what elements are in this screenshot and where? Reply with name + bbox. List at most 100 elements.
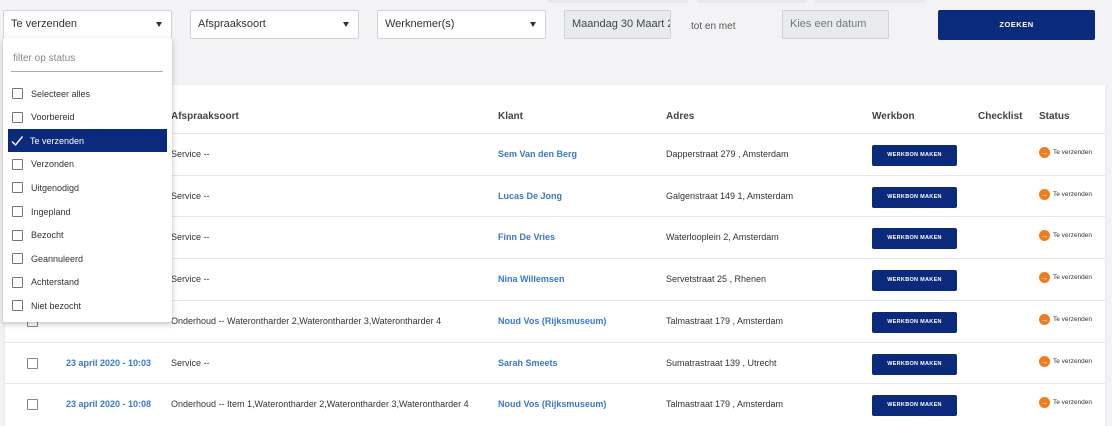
row-afspraaksoort: Service --	[171, 232, 210, 243]
status-option[interactable]: Achterstand	[8, 271, 167, 294]
arrow-right-icon: →	[1039, 355, 1050, 367]
date-to-placeholder: Kies een datum	[790, 18, 867, 30]
header-checklist: Checklist	[978, 111, 1023, 122]
tot-en-met-label: tot en met	[691, 21, 736, 32]
status-badge: → Te verzenden	[1039, 230, 1093, 242]
status-label: Te verzenden	[1053, 274, 1093, 282]
status-option[interactable]: Niet bezocht	[8, 294, 167, 317]
option-label: Verzonden	[31, 159, 75, 170]
row-address: Talmastraat 179 , Amsterdam	[666, 399, 784, 410]
row-afspraaksoort: Service --	[171, 149, 210, 159]
status-filter-input[interactable]: filter op status	[11, 48, 163, 72]
option-checkbox	[12, 300, 23, 312]
row-checkbox[interactable]	[27, 357, 38, 369]
status-label: Te verzenden	[1053, 315, 1093, 323]
werkbon-maken-button[interactable]: WERKBON MAKEN	[872, 228, 957, 250]
status-label: Te verzenden	[1053, 232, 1093, 240]
werkbon-maken-button[interactable]: WERKBON MAKEN	[872, 311, 957, 333]
row-client-link[interactable]: Sem Van den Berg	[498, 149, 577, 159]
row-address: Waterlooplein 2, Amsterdam	[666, 232, 779, 243]
header-klant[interactable]: Klant	[498, 111, 523, 122]
row-address: Dapperstraat 279 , Amsterdam	[666, 149, 789, 159]
row-afspraaksoort: Onderhoud -- Item 1,Waterontharder 2,Wat…	[171, 399, 469, 410]
status-option[interactable]: Bezocht	[8, 224, 167, 247]
row-date[interactable]: 23 april 2020 - 10:03	[66, 358, 151, 368]
header-status[interactable]: Status	[1039, 111, 1070, 122]
werkbon-maken-button[interactable]: WERKBON MAKEN	[872, 395, 957, 417]
arrow-right-icon: →	[1039, 272, 1050, 284]
caret-down-icon	[343, 22, 349, 27]
status-select[interactable]: Te verzenden	[3, 10, 172, 39]
option-label: Ingepland	[31, 206, 71, 217]
status-select-value: Te verzenden	[11, 18, 78, 30]
option-label: Geannuleerd	[31, 253, 84, 264]
top-strip	[697, 0, 807, 3]
werkbon-maken-button[interactable]: WERKBON MAKEN	[872, 270, 957, 292]
date-from-value: Maandag 30 Maart 2020	[572, 18, 670, 30]
werknemer-select[interactable]: Werknemer(s)	[377, 10, 546, 39]
header-werkbon: Werkbon	[872, 111, 915, 122]
row-client-link[interactable]: Lucas De Jong	[498, 191, 562, 201]
row-client-link[interactable]: Finn De Vries	[498, 232, 555, 242]
status-option[interactable]: Geannuleerd	[8, 247, 167, 270]
option-label: Achterstand	[31, 277, 80, 288]
option-checkbox	[12, 276, 23, 288]
afspraaksoort-select-value: Afspraaksoort	[198, 18, 266, 30]
date-from-input[interactable]: Maandag 30 Maart 2020	[564, 10, 671, 39]
date-to-input[interactable]: Kies een datum	[782, 10, 889, 39]
top-strip	[548, 0, 688, 3]
option-checkbox	[12, 111, 23, 123]
top-strip	[815, 0, 925, 3]
status-label: Te verzenden	[1053, 149, 1093, 156]
status-label: Te verzenden	[1053, 190, 1093, 198]
status-option[interactable]: Ingepland	[8, 200, 167, 223]
table-row: 23 april 2020 - 10:08 Onderhoud -- Item 1…	[5, 383, 1105, 425]
option-label: Selecteer alles	[31, 88, 91, 99]
status-option[interactable]: Voorbereid	[8, 106, 167, 129]
werkbon-maken-button[interactable]: WERKBON MAKEN	[872, 186, 957, 208]
option-checkbox	[12, 229, 23, 241]
arrow-right-icon: →	[1039, 397, 1050, 409]
werkbon-maken-button[interactable]: WERKBON MAKEN	[872, 145, 957, 166]
status-filter-placeholder: filter op status	[13, 53, 76, 64]
caret-down-icon	[156, 22, 162, 27]
status-option[interactable]: Te verzenden	[8, 129, 167, 153]
row-checkbox[interactable]	[27, 399, 38, 411]
row-client-link[interactable]: Noud Vos (Rijksmuseum)	[498, 399, 606, 409]
row-date[interactable]: 23 april 2020 - 10:08	[66, 399, 151, 409]
status-badge: → Te verzenden	[1039, 147, 1092, 158]
afspraaksoort-select[interactable]: Afspraaksoort	[190, 10, 359, 39]
search-button[interactable]: ZOEKEN	[938, 10, 1095, 40]
header-adres[interactable]: Adres	[666, 111, 694, 122]
row-afspraaksoort: Service --	[171, 357, 210, 368]
status-label: Te verzenden	[1053, 357, 1093, 365]
arrow-right-icon: →	[1039, 230, 1050, 242]
status-option[interactable]: Selecteer alles	[8, 82, 167, 105]
header-afspraaksoort[interactable]: Afspraaksoort	[171, 111, 239, 122]
option-label: Uitgenodigd	[31, 182, 80, 193]
row-afspraaksoort: Service --	[171, 274, 210, 285]
option-checkbox	[12, 158, 23, 170]
row-client-link[interactable]: Nina Willemsen	[498, 274, 564, 284]
option-checkbox	[12, 182, 23, 194]
werkbon-maken-button[interactable]: WERKBON MAKEN	[872, 353, 957, 375]
arrow-right-icon: →	[1039, 188, 1050, 200]
row-client-link[interactable]: Noud Vos (Rijksmuseum)	[498, 316, 606, 326]
row-address: Galgenstraat 149 1, Amsterdam	[666, 190, 794, 201]
row-address: Talmastraat 179 , Amsterdam	[666, 315, 784, 326]
row-afspraaksoort: Onderhoud -- Waterontharder 2,Waterontha…	[171, 315, 442, 326]
status-badge: → Te verzenden	[1039, 272, 1093, 284]
row-address: Sumatrastraat 139 , Utrecht	[666, 357, 777, 368]
option-label: Voorbereid	[31, 112, 75, 123]
row-client-link[interactable]: Sarah Smeets	[498, 358, 558, 368]
caret-down-icon	[530, 22, 536, 27]
option-checkbox	[12, 253, 23, 265]
checkmark-icon	[11, 135, 24, 146]
status-badge: → Te verzenden	[1039, 397, 1093, 409]
status-option[interactable]: Uitgenodigd	[8, 176, 167, 199]
status-label: Te verzenden	[1053, 399, 1093, 407]
werknemer-select-value: Werknemer(s)	[385, 18, 455, 30]
option-checkbox	[12, 88, 23, 99]
status-option[interactable]: Verzonden	[8, 153, 167, 176]
arrow-right-icon: →	[1039, 313, 1050, 325]
